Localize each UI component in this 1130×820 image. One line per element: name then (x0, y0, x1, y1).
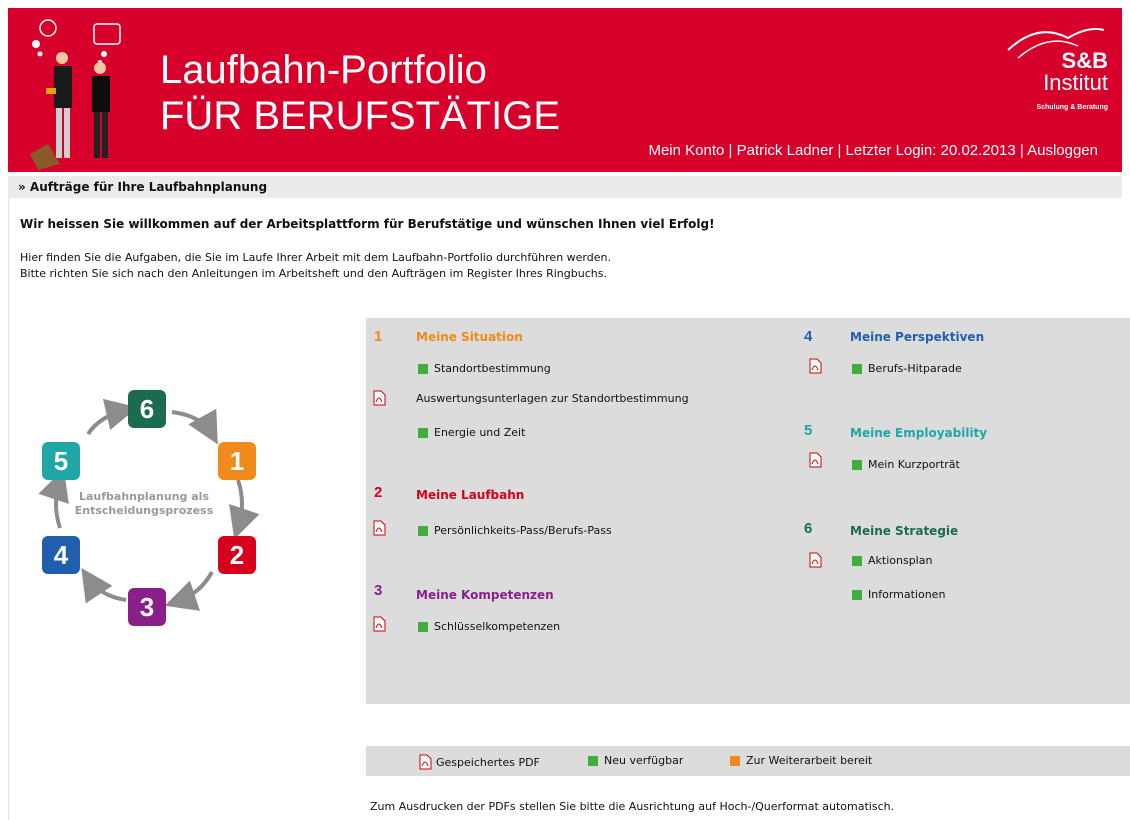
new-status-icon (852, 459, 862, 470)
logo-name: Institut (1043, 70, 1108, 95)
new-status-icon (852, 555, 862, 566)
section-3-number: 3 (374, 582, 383, 599)
pdf-icon[interactable] (372, 390, 386, 406)
cycle-step-1: 1 (218, 442, 256, 480)
task-label: Schlüsselkompetenzen (434, 620, 561, 633)
section-1-number: 1 (374, 328, 383, 345)
task-standortbestimmung[interactable]: Standortbestimmung (418, 362, 551, 375)
task-label: Berufs-Hitparade (868, 362, 962, 375)
cycle-label-line2: Entscheidungsprozess (74, 504, 214, 517)
new-status-icon (588, 755, 598, 766)
site-title-line1: Laufbahn-Portfolio (160, 48, 487, 92)
new-status-icon (852, 589, 862, 600)
new-status-icon (852, 363, 862, 374)
section-4-title: Meine Perspektiven (850, 330, 985, 344)
section-3-title: Meine Kompetenzen (416, 588, 554, 602)
section-5-number: 5 (804, 422, 813, 439)
new-status-icon (418, 621, 428, 632)
intro-line-1: Hier finden Sie die Aufgaben, die Sie im… (20, 251, 611, 264)
institute-logo: S&B Institut Schulung & Beratung (998, 20, 1108, 120)
pdf-icon[interactable] (808, 358, 822, 374)
separator: | (724, 142, 737, 159)
pdf-icon (419, 754, 432, 770)
task-aktionsplan[interactable]: Aktionsplan (852, 554, 932, 567)
pdf-icon[interactable] (808, 452, 822, 468)
section-2-title: Meine Laufbahn (416, 488, 525, 502)
welcome-message: Wir heissen Sie willkommen auf der Arbei… (20, 217, 715, 231)
divider (8, 198, 9, 820)
process-cycle-diagram: 6 1 2 3 4 5 Laufbahnplanung als Entschei… (30, 382, 270, 632)
logout-link[interactable]: Ausloggen (1027, 142, 1098, 159)
cycle-step-2: 2 (218, 536, 256, 574)
task-schluesselkompetenzen[interactable]: Schlüsselkompetenzen (418, 620, 560, 633)
account-link[interactable]: Mein Konto (648, 142, 724, 159)
task-informationen[interactable]: Informationen (852, 588, 945, 601)
legend-new-label: Neu verfügbar (604, 754, 684, 767)
pdf-icon[interactable] (372, 616, 386, 632)
print-note: Zum Ausdrucken der PDFs stellen Sie bitt… (370, 800, 895, 813)
new-status-icon (418, 427, 428, 438)
cycle-step-4: 4 (42, 536, 80, 574)
task-label: Energie und Zeit (434, 426, 526, 439)
breadcrumb: » Aufträge für Ihre Laufbahnplanung (8, 176, 1122, 198)
task-label: Standortbestimmung (434, 362, 551, 375)
section-6-title: Meine Strategie (850, 524, 959, 538)
continue-status-icon (730, 755, 740, 766)
last-login: Letzter Login: 20.02.2013 (845, 142, 1016, 159)
separator: | (833, 142, 846, 159)
section-4-number: 4 (804, 328, 813, 345)
separator: | (1015, 142, 1028, 159)
site-title: Laufbahn-Portfolio FÜR BERUFSTÄTIGE (160, 48, 560, 138)
cycle-label: Laufbahnplanung als Entscheidungsprozess (74, 490, 214, 518)
task-label: Auswertungsunterlagen zur Standortbestim… (416, 392, 689, 405)
task-label: Persönlichkeits-Pass/Berufs-Pass (434, 524, 612, 537)
legend-new: Neu verfügbar (588, 754, 683, 767)
legend-continue-label: Zur Weiterarbeit bereit (746, 754, 873, 767)
intro-line-2: Bitte richten Sie sich nach den Anleitun… (20, 267, 607, 280)
task-energie-und-zeit[interactable]: Energie und Zeit (418, 426, 525, 439)
legend-pdf: Gespeichertes PDF (418, 754, 540, 770)
task-auswertungsunterlagen[interactable]: Auswertungsunterlagen zur Standortbestim… (416, 392, 689, 405)
task-label: Aktionsplan (868, 554, 933, 567)
new-status-icon (418, 525, 428, 536)
task-berufs-hitparade[interactable]: Berufs-Hitparade (852, 362, 962, 375)
page-header: Laufbahn-Portfolio FÜR BERUFSTÄTIGE S&B … (8, 8, 1122, 172)
user-name: Patrick Ladner (736, 142, 834, 159)
task-mein-kurzportraet[interactable]: Mein Kurzporträt (852, 458, 960, 471)
section-6-number: 6 (804, 520, 813, 537)
logo-tagline: Schulung & Beratung (1036, 104, 1108, 111)
section-5-title: Meine Employability (850, 426, 988, 440)
cycle-step-5: 5 (42, 442, 80, 480)
pdf-icon[interactable] (372, 520, 386, 536)
section-2-number: 2 (374, 484, 383, 501)
cycle-step-6: 6 (128, 390, 166, 428)
pdf-icon[interactable] (808, 552, 822, 568)
task-persoenlichkeits-pass[interactable]: Persönlichkeits-Pass/Berufs-Pass (418, 524, 612, 537)
cycle-label-line1: Laufbahnplanung als (78, 490, 209, 503)
task-label: Informationen (868, 588, 946, 601)
task-panel: 1 Meine Situation Standortbestimmung Aus… (366, 318, 1130, 704)
header-illustration (30, 19, 121, 170)
status-legend: Gespeichertes PDF Neu verfügbar Zur Weit… (366, 746, 1130, 776)
user-bar: Mein Konto | Patrick Ladner | Letzter Lo… (648, 142, 1098, 159)
new-status-icon (418, 363, 428, 374)
cycle-step-3: 3 (128, 588, 166, 626)
task-label: Mein Kurzporträt (868, 458, 960, 471)
legend-pdf-label: Gespeichertes PDF (436, 755, 540, 769)
section-1-title: Meine Situation (416, 330, 523, 344)
intro-text: Hier finden Sie die Aufgaben, die Sie im… (20, 250, 611, 282)
legend-continue: Zur Weiterarbeit bereit (730, 754, 872, 767)
site-title-line2: FÜR BERUFSTÄTIGE (160, 94, 561, 138)
